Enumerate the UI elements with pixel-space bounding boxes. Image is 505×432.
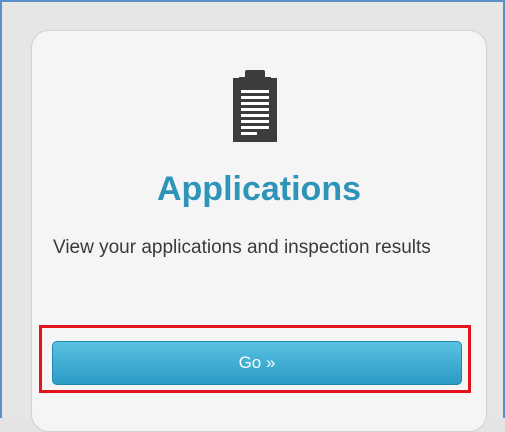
frame-top-border — [0, 0, 505, 2]
frame-left-border — [0, 0, 2, 418]
card-title: Applications — [156, 170, 362, 208]
go-button[interactable]: Go » — [52, 341, 462, 385]
clipboard-icon — [233, 70, 277, 142]
page-frame: Applications View your applications and … — [0, 0, 505, 432]
card-description: View your applications and inspection re… — [53, 237, 431, 258]
